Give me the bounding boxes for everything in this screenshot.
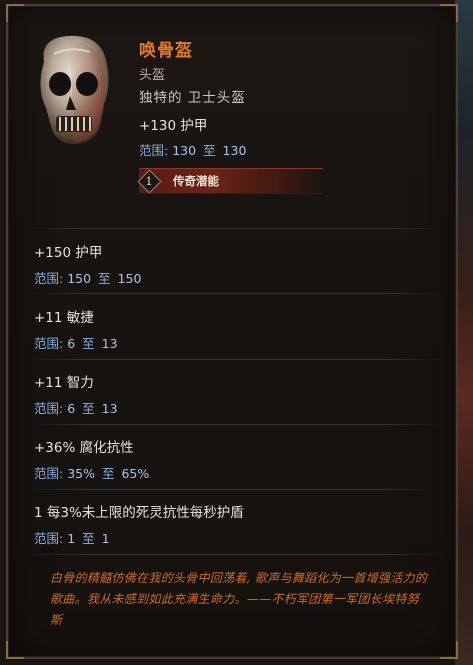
item-tooltip: 唤骨盔 头盔 独特的 卫士头盔 +130 护甲 范围: 130 至 130 1 …: [6, 4, 458, 659]
range-min: 150: [67, 271, 92, 286]
affix-row: +36% 腐化抗性 范围: 35% 至 65%: [34, 436, 149, 482]
item-slot: 头盔: [139, 68, 166, 83]
range-min: 1: [67, 531, 76, 546]
legendary-potential-count: 1: [145, 174, 153, 188]
affix-stat: +150 护甲: [34, 245, 103, 261]
affix-row: +11 敏捷 范围: 6 至 13: [34, 306, 118, 352]
range-label: 范围:: [34, 401, 64, 416]
base-stat: +130 护甲: [139, 118, 208, 134]
item-header: 唤骨盔 头盔 独特的 卫士头盔 +130 护甲 范围: 130 至 130 1 …: [8, 6, 456, 228]
range-min: 130: [172, 143, 197, 158]
affix-divider: [24, 424, 444, 425]
affix-divider: [24, 489, 444, 490]
range-min: 6: [67, 336, 76, 351]
range-label: 范围:: [34, 466, 64, 481]
range-max: 150: [117, 271, 142, 286]
affix-range: 范围: 35% 至 65%: [34, 463, 149, 482]
affix-divider: [24, 554, 444, 555]
affix-stat: +11 智力: [34, 375, 94, 391]
range-to: 至: [82, 336, 95, 351]
item-name: 唤骨盔: [139, 41, 193, 61]
affix-range: 范围: 1 至 1: [34, 528, 244, 547]
range-max: 130: [222, 143, 247, 158]
range-label: 范围:: [34, 271, 64, 286]
frame-corner: [440, 641, 458, 659]
affix-divider: [24, 359, 444, 360]
range-to: 至: [203, 143, 216, 158]
affix-stat: +11 敏捷: [34, 310, 94, 326]
range-max: 13: [101, 401, 118, 416]
legendary-potential-label: 传奇潜能: [173, 174, 219, 188]
range-label: 范围:: [34, 531, 64, 546]
affix-row: +11 智力 范围: 6 至 13: [34, 371, 118, 417]
affix-range: 范围: 6 至 13: [34, 333, 118, 352]
flavor-text: 白骨的精髓仿佛在我的头骨中回荡着, 歌声与舞蹈化为一首增强活力的歌曲。我从未感到…: [50, 571, 428, 627]
affix-row: 1 每3%未上限的死灵抗性每秒护盾 范围: 1 至 1: [34, 501, 244, 547]
range-max: 13: [101, 336, 118, 351]
affix-divider: [24, 293, 444, 294]
range-max: 1: [101, 531, 110, 546]
frame-corner: [6, 641, 24, 659]
affix-stat: 1 每3%未上限的死灵抗性每秒护盾: [34, 505, 244, 521]
legendary-potential-diamond-icon: 1: [136, 168, 162, 194]
range-min: 6: [67, 401, 76, 416]
range-max: 65%: [121, 466, 150, 481]
range-to: 至: [101, 466, 115, 481]
section-divider: [24, 228, 444, 229]
base-stat-range: 范围: 130 至 130: [139, 140, 246, 159]
affix-range: 范围: 150 至 150: [34, 268, 141, 287]
affix-stat: +36% 腐化抗性: [34, 440, 134, 456]
item-type: 独特的 卫士头盔: [139, 90, 246, 106]
affix-range: 范围: 6 至 13: [34, 398, 118, 417]
range-to: 至: [98, 271, 111, 286]
range-to: 至: [82, 401, 95, 416]
legendary-potential-banner: 1 传奇潜能: [136, 168, 323, 194]
range-label: 范围:: [34, 336, 64, 351]
affix-row: +150 护甲 范围: 150 至 150: [34, 241, 141, 287]
range-label: 范围:: [139, 143, 169, 158]
skull-helmet-icon: [30, 32, 114, 150]
range-min: 35%: [67, 466, 95, 481]
range-to: 至: [82, 531, 95, 546]
